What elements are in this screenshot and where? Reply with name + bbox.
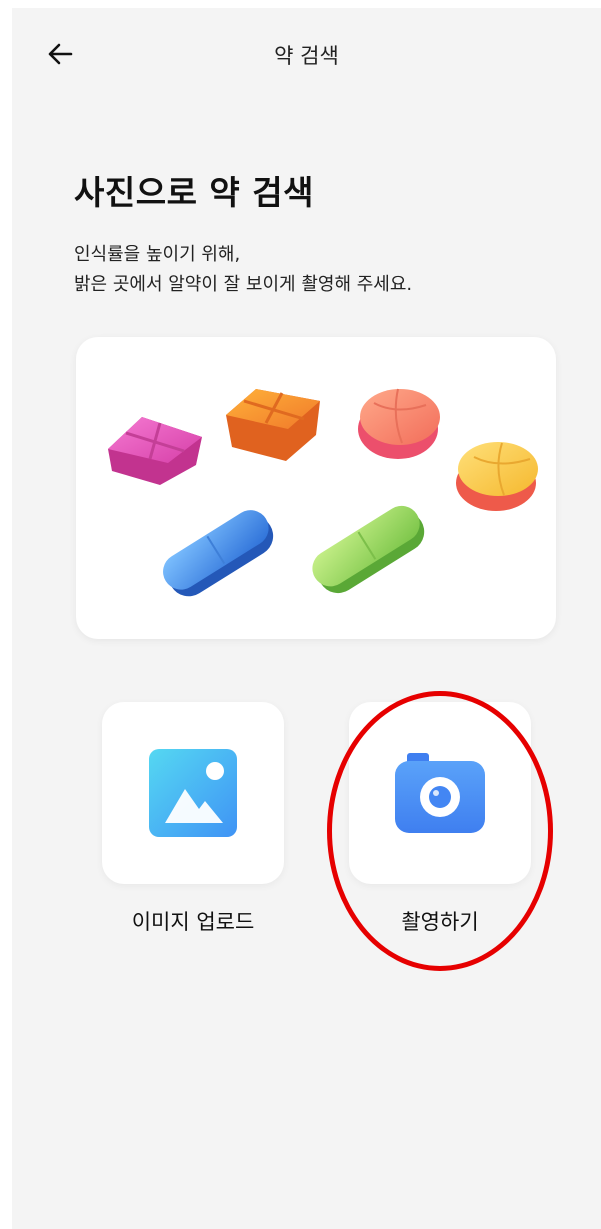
pills-illustration-card bbox=[76, 337, 556, 639]
camera-icon bbox=[395, 753, 485, 833]
image-upload-label: 이미지 업로드 bbox=[131, 910, 255, 934]
take-photo-label: 촬영하기 bbox=[401, 910, 479, 934]
blue-capsule bbox=[163, 510, 274, 597]
yellow-tablet bbox=[456, 442, 538, 511]
image-icon bbox=[149, 749, 237, 837]
screen: 약 검색 사진으로 약 검색 인식률을 높이기 위해, 밝은 곳에서 알약이 잘… bbox=[12, 8, 601, 1229]
pills-illustration bbox=[108, 388, 538, 597]
take-photo-button[interactable] bbox=[349, 702, 531, 884]
image-upload-button[interactable] bbox=[102, 702, 284, 884]
top-bar: 약 검색 bbox=[12, 8, 601, 98]
pink-tablet bbox=[108, 417, 202, 485]
orange-tablet bbox=[226, 389, 320, 461]
page-title: 약 검색 bbox=[274, 44, 339, 68]
peach-tablet bbox=[358, 388, 440, 459]
green-capsule bbox=[312, 505, 425, 594]
instruction-line-2: 밝은 곳에서 알약이 잘 보이게 촬영해 주세요. bbox=[74, 274, 413, 295]
section-heading: 사진으로 약 검색 bbox=[74, 173, 314, 212]
instruction-text: 인식률을 높이기 위해, 밝은 곳에서 알약이 잘 보이게 촬영해 주세요. bbox=[74, 240, 412, 300]
instruction-line-1: 인식률을 높이기 위해, bbox=[74, 244, 241, 265]
